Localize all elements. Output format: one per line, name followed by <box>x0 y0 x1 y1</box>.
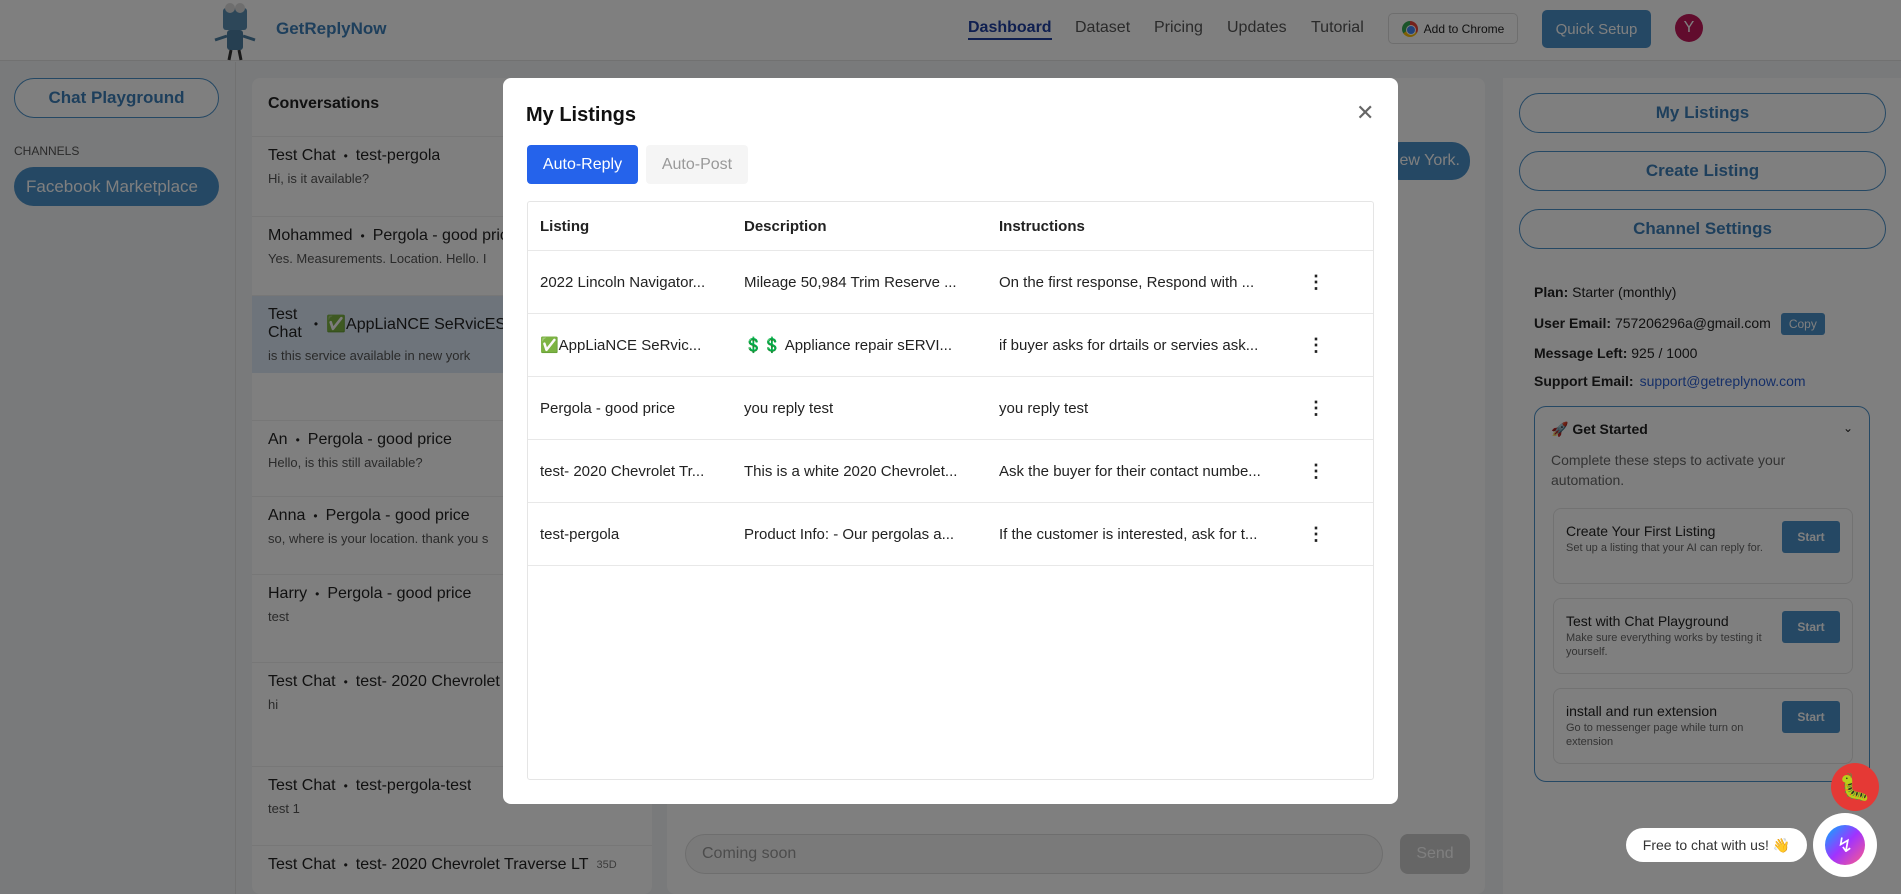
col-listing: Listing <box>540 217 590 235</box>
table-row[interactable]: test- 2020 Chevrolet Tr... This is a whit… <box>528 440 1373 503</box>
modal-title: My Listings <box>526 104 637 126</box>
more-options-icon[interactable]: ⋮ <box>1306 314 1326 376</box>
table-row[interactable]: 2022 Lincoln Navigator... Mileage 50,984 … <box>528 251 1373 314</box>
cell-listing: Pergola - good price <box>540 399 676 417</box>
listings-table: Listing Description Instructions 2022 Li… <box>527 201 1374 780</box>
more-options-icon[interactable]: ⋮ <box>1306 377 1326 439</box>
table-row[interactable]: Pergola - good price you reply test you re… <box>528 377 1373 440</box>
cell-instructions: On the first response, Respond with ... <box>999 273 1255 291</box>
more-options-icon[interactable]: ⋮ <box>1306 251 1326 313</box>
table-header: Listing Description Instructions <box>528 202 1373 251</box>
col-instructions: Instructions <box>999 217 1085 235</box>
cell-instructions: if buyer asks for drtails or servies ask… <box>999 336 1259 354</box>
more-options-icon[interactable]: ⋮ <box>1306 440 1326 502</box>
cell-instructions: If the customer is interested, ask for t… <box>999 525 1258 543</box>
cell-listing: ✅AppLiaNCE SeRvic... <box>540 337 702 354</box>
cell-description: 💲💲 Appliance repair sERVI... <box>744 337 953 354</box>
cell-listing: test-pergola <box>540 525 620 543</box>
tab-auto-reply[interactable]: Auto-Reply <box>527 145 638 184</box>
cell-description: This is a white 2020 Chevrolet... <box>744 462 958 480</box>
cell-instructions: Ask the buyer for their contact numbe... <box>999 462 1261 480</box>
cell-description: Mileage 50,984 Trim Reserve ... <box>744 273 957 291</box>
cell-instructions: you reply test <box>999 399 1089 417</box>
messenger-button[interactable]: ↯ <box>1813 813 1877 877</box>
cell-description: you reply test <box>744 399 834 417</box>
chat-invite-pill[interactable]: Free to chat with us! 👋 <box>1626 828 1807 862</box>
more-options-icon[interactable]: ⋮ <box>1306 503 1326 565</box>
cell-listing: 2022 Lincoln Navigator... <box>540 273 706 291</box>
col-description: Description <box>744 217 827 235</box>
bug-report-icon[interactable]: 🐛 <box>1831 763 1879 811</box>
messenger-icon: ↯ <box>1825 825 1865 865</box>
cell-description: Product Info: - Our pergolas a... <box>744 525 955 543</box>
tab-auto-post[interactable]: Auto-Post <box>646 145 748 184</box>
cell-listing: test- 2020 Chevrolet Tr... <box>540 462 705 480</box>
table-row[interactable]: test-pergola Product Info: - Our pergolas… <box>528 503 1373 566</box>
my-listings-modal: My Listings ✕ Auto-Reply Auto-Post Listi… <box>503 78 1398 804</box>
close-icon[interactable]: ✕ <box>1356 100 1374 126</box>
table-row[interactable]: ✅AppLiaNCE SeRvic... 💲💲 Appliance repair … <box>528 314 1373 377</box>
